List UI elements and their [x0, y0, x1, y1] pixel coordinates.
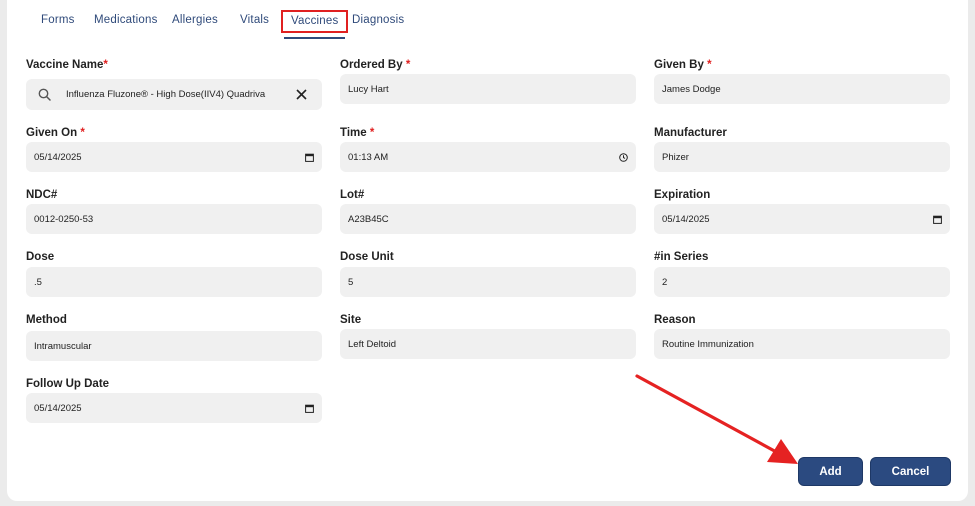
calendar-icon[interactable] — [932, 214, 942, 224]
calendar-icon[interactable] — [304, 403, 314, 413]
clear-icon[interactable] — [296, 89, 310, 100]
dose-unit-label: Dose Unit — [340, 251, 394, 263]
dose-unit-input[interactable]: 5 — [340, 267, 636, 297]
site-label: Site — [340, 314, 362, 326]
in-series-input[interactable]: 2 — [654, 267, 950, 297]
tab-forms[interactable]: Forms — [41, 14, 75, 26]
given-on-label: Given On * — [26, 127, 85, 139]
ordered-by-label: Ordered By * — [340, 59, 411, 71]
active-tab-indicator — [284, 37, 345, 39]
ndc-input[interactable]: 0012-0250-53 — [26, 204, 322, 234]
lot-label: Lot# — [340, 189, 365, 201]
manufacturer-input[interactable]: Phizer — [654, 142, 950, 172]
dose-label: Dose — [26, 251, 55, 263]
tab-vitals[interactable]: Vitals — [240, 14, 269, 26]
ndc-label: NDC# — [26, 189, 58, 201]
time-input[interactable]: 01:13 AM — [340, 142, 636, 172]
given-on-date-input[interactable]: 05/14/2025 — [26, 142, 322, 172]
tab-vaccines[interactable]: Vaccines — [281, 10, 349, 33]
time-label: Time * — [340, 127, 375, 139]
clock-icon[interactable] — [618, 152, 628, 162]
cancel-button[interactable]: Cancel — [870, 457, 951, 486]
expiration-date-input[interactable]: 05/14/2025 — [654, 204, 950, 234]
vaccine-name-input[interactable]: Influenza Fluzone® - High Dose(IIV4) Qua… — [26, 79, 322, 110]
method-label: Method — [26, 314, 67, 326]
add-button[interactable]: Add — [798, 457, 863, 486]
follow-up-date-label: Follow Up Date — [26, 378, 110, 390]
method-input[interactable]: Intramuscular — [26, 331, 322, 361]
lot-input[interactable]: A23B45C — [340, 204, 636, 234]
vaccine-name-label: Vaccine Name* — [26, 59, 108, 71]
reason-input[interactable]: Routine Immunization — [654, 329, 950, 359]
search-icon — [38, 88, 52, 101]
expiration-label: Expiration — [654, 189, 711, 201]
tab-allergies[interactable]: Allergies — [172, 14, 218, 26]
given-by-label: Given By * — [654, 59, 712, 71]
tab-medications[interactable]: Medications — [94, 14, 158, 26]
given-by-input[interactable]: James Dodge — [654, 74, 950, 104]
in-series-label: #in Series — [654, 251, 709, 263]
reason-label: Reason — [654, 314, 696, 326]
dose-input[interactable]: .5 — [26, 267, 322, 297]
manufacturer-label: Manufacturer — [654, 127, 727, 139]
ordered-by-input[interactable]: Lucy Hart — [340, 74, 636, 104]
site-input[interactable]: Left Deltoid — [340, 329, 636, 359]
follow-up-date-input[interactable]: 05/14/2025 — [26, 393, 322, 423]
calendar-icon[interactable] — [304, 152, 314, 162]
tab-diagnosis[interactable]: Diagnosis — [352, 14, 404, 26]
annotation-arrow — [635, 374, 798, 464]
